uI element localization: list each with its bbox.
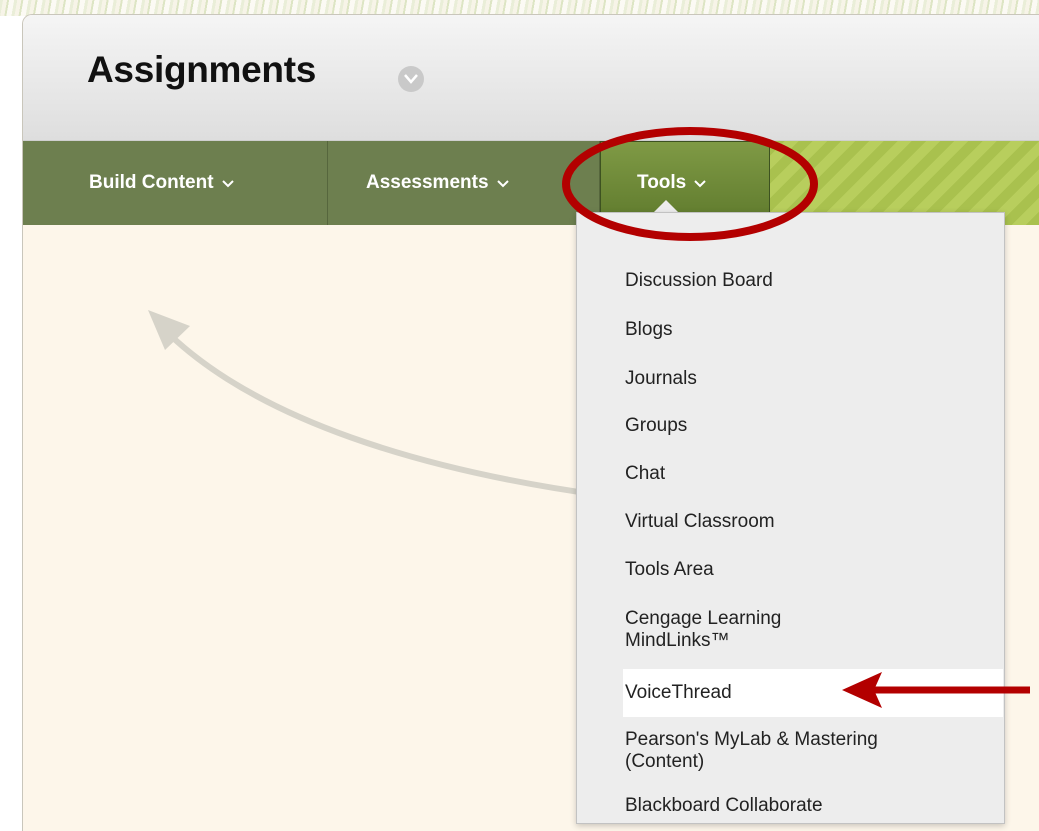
tools-label: Tools — [637, 172, 687, 193]
build-content-label: Build Content — [89, 172, 214, 193]
menu-item-cengage-mindlinks[interactable]: Cengage Learning MindLinks™ — [577, 608, 867, 652]
assessments-button[interactable]: Assessments — [328, 141, 600, 225]
menu-item-groups[interactable]: Groups — [577, 415, 982, 437]
chevron-down-icon — [694, 172, 706, 194]
title-options-icon[interactable] — [398, 66, 424, 92]
assessments-label: Assessments — [366, 172, 489, 193]
menu-item-chat[interactable]: Chat — [577, 463, 982, 485]
build-content-button[interactable]: Build Content — [23, 141, 328, 225]
menu-item-pearson-mylab[interactable]: Pearson's MyLab & Mastering (Content) — [577, 729, 957, 773]
tools-dropdown-menu: Discussion Board Blogs Journals Groups C… — [576, 212, 1005, 824]
chevron-down-icon — [496, 172, 509, 194]
menu-item-voicethread[interactable]: VoiceThread — [623, 669, 1003, 717]
menu-item-discussion-board[interactable]: Discussion Board — [577, 270, 982, 292]
menu-item-blogs[interactable]: Blogs — [577, 319, 982, 341]
menu-item-tools-area[interactable]: Tools Area — [577, 559, 982, 581]
menu-item-journals[interactable]: Journals — [577, 368, 982, 390]
chevron-down-icon — [221, 172, 234, 194]
menu-item-virtual-classroom[interactable]: Virtual Classroom — [577, 511, 982, 533]
menu-item-blackboard-collaborate[interactable]: Blackboard Collaborate — [577, 795, 982, 817]
page-header: Assignments — [23, 15, 1039, 141]
page-title: Assignments — [87, 49, 317, 90]
